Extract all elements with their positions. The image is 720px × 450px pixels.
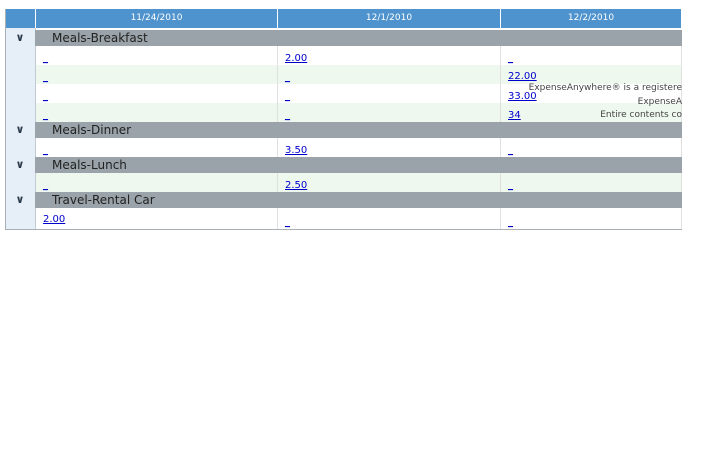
column-header-1[interactable]: 11/24/2010 xyxy=(36,9,278,28)
table-cell: _ xyxy=(36,65,278,84)
table-cell: _ xyxy=(501,46,682,65)
table-cell: 3.50 xyxy=(278,138,501,157)
amount-link[interactable]: _ xyxy=(285,217,290,228)
amount-link[interactable]: _ xyxy=(508,180,513,191)
column-header-2[interactable]: 12/1/2010 xyxy=(278,9,501,28)
table-row: 2.00 _ _ xyxy=(36,208,682,229)
group-header-meals-dinner[interactable]: Meals-Dinner xyxy=(35,122,682,138)
amount-link[interactable]: _ xyxy=(43,91,48,102)
amount-link[interactable]: 34 xyxy=(508,110,521,121)
footer-copyright-text: Entire contents co xyxy=(600,110,682,120)
chevron-down-icon[interactable]: ∨ xyxy=(13,122,27,138)
amount-link[interactable]: _ xyxy=(285,91,290,102)
grid-bottom-border xyxy=(5,229,682,230)
group-label: Meals-Dinner xyxy=(52,123,132,137)
amount-link[interactable]: _ xyxy=(508,217,513,228)
amount-link[interactable]: 3.50 xyxy=(285,145,307,156)
header-corner xyxy=(5,9,36,28)
group-header-meals-lunch[interactable]: Meals-Lunch xyxy=(35,157,682,173)
table-cell: _ xyxy=(501,173,682,192)
table-cell: _ xyxy=(36,138,278,157)
group-label: Travel-Rental Car xyxy=(52,193,155,207)
group-label: Meals-Lunch xyxy=(52,158,127,172)
amount-link[interactable]: _ xyxy=(285,72,290,83)
chevron-down-icon[interactable]: ∨ xyxy=(13,30,27,46)
footer-brand-text: ExpenseA xyxy=(637,97,682,107)
table-cell: _ xyxy=(278,65,501,84)
table-cell: _ xyxy=(36,84,278,103)
table-cell: _ xyxy=(36,103,278,122)
table-row: _ _ 22.00 xyxy=(36,65,682,84)
table-cell: _ xyxy=(278,84,501,103)
group-label: Meals-Breakfast xyxy=(52,31,148,45)
table-cell: 2.00 xyxy=(36,208,278,229)
table-cell: _ xyxy=(501,138,682,157)
table-row: _ _ 34 xyxy=(36,103,682,122)
amount-link[interactable]: _ xyxy=(43,110,48,121)
column-header-3[interactable]: 12/2/2010 xyxy=(501,9,682,28)
table-cell: 22.00 xyxy=(501,65,682,84)
group-header-meals-breakfast[interactable]: Meals-Breakfast xyxy=(35,30,682,46)
group-header-travel-rental-car[interactable]: Travel-Rental Car xyxy=(35,192,682,208)
table-row: _ 3.50 _ xyxy=(36,138,682,157)
amount-link[interactable]: 2.00 xyxy=(285,53,307,64)
expense-grid: 11/24/2010 12/1/2010 12/2/2010 ∨ Meals-B… xyxy=(5,9,682,230)
amount-link[interactable]: _ xyxy=(508,145,513,156)
table-cell: _ xyxy=(278,208,501,229)
grid-left-border xyxy=(5,9,6,230)
table-row: _ 2.00 _ xyxy=(36,46,682,65)
table-cell: 2.00 xyxy=(278,46,501,65)
footer-trademark-text: ExpenseAnywhere® is a registere xyxy=(528,83,682,93)
amount-link[interactable]: _ xyxy=(43,53,48,64)
amount-link[interactable]: _ xyxy=(43,180,48,191)
table-cell: _ xyxy=(278,103,501,122)
amount-link[interactable]: 22.00 xyxy=(508,71,537,82)
amount-link[interactable]: _ xyxy=(43,145,48,156)
table-cell: 2.50 xyxy=(278,173,501,192)
amount-link[interactable]: 2.00 xyxy=(43,214,65,225)
amount-link[interactable]: _ xyxy=(285,110,290,121)
amount-link[interactable]: _ xyxy=(508,53,513,64)
table-row: _ 2.50 _ xyxy=(36,173,682,192)
amount-link[interactable]: 2.50 xyxy=(285,180,307,191)
table-cell: _ xyxy=(501,208,682,229)
amount-link[interactable]: _ xyxy=(43,72,48,83)
chevron-down-icon[interactable]: ∨ xyxy=(13,192,27,208)
table-cell: _ xyxy=(36,46,278,65)
chevron-down-icon[interactable]: ∨ xyxy=(13,157,27,173)
table-cell: _ xyxy=(36,173,278,192)
